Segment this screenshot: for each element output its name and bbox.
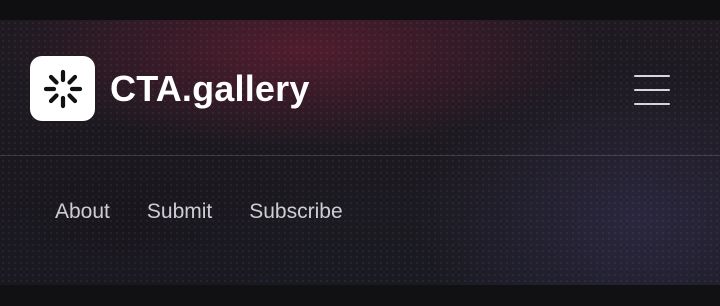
top-strip bbox=[0, 0, 720, 20]
hamburger-menu-icon-line-bottom bbox=[634, 103, 670, 105]
hamburger-menu-icon-line-middle bbox=[634, 89, 670, 91]
logo-mark bbox=[30, 56, 95, 121]
logo-text: CTA.gallery bbox=[110, 67, 310, 109]
hamburger-menu-icon-line-top bbox=[634, 75, 670, 77]
page: CTA.gallery About Submit Subscribe bbox=[0, 0, 720, 306]
hamburger-menu-button[interactable] bbox=[634, 75, 670, 105]
nav-link-subscribe[interactable]: Subscribe bbox=[249, 199, 342, 225]
main-nav: About Submit Subscribe bbox=[55, 199, 380, 225]
sparkle-burst-icon bbox=[43, 69, 82, 108]
site-header: CTA.gallery bbox=[0, 20, 720, 155]
header-divider bbox=[0, 155, 720, 156]
bottom-strip bbox=[0, 285, 720, 306]
nav-link-about[interactable]: About bbox=[55, 199, 110, 225]
nav-link-submit[interactable]: Submit bbox=[147, 199, 212, 225]
logo-link[interactable]: CTA.gallery bbox=[30, 56, 310, 121]
